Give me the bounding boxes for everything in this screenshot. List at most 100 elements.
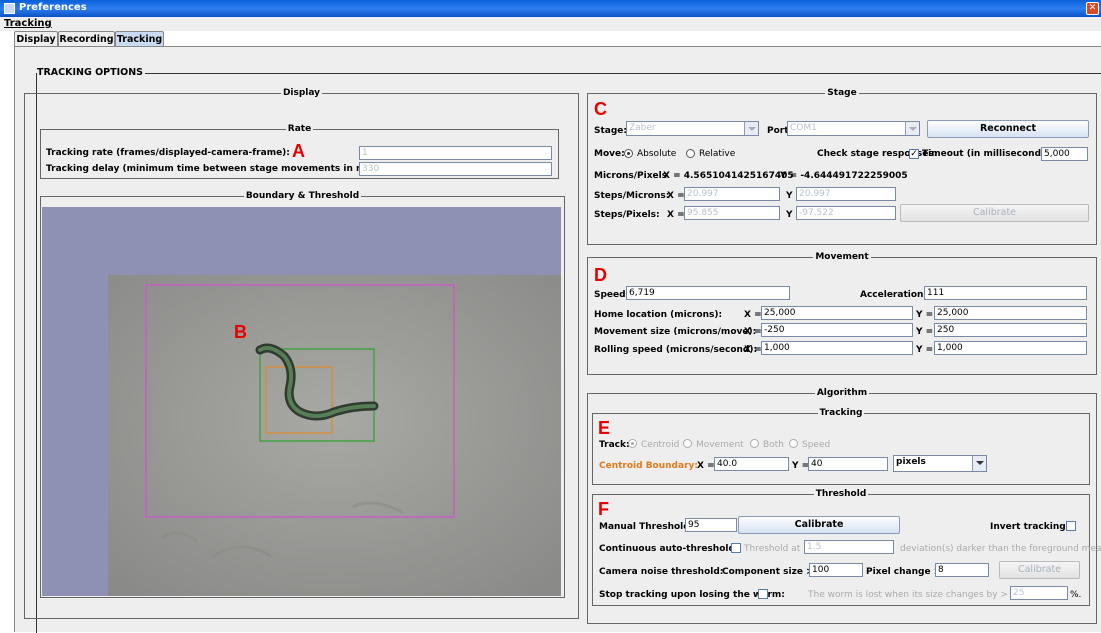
steps-pixels-x-field[interactable]: 95.855 <box>684 206 780 220</box>
steps-microns-x-field[interactable]: 20.997 <box>684 187 780 201</box>
speed-label: Speed: <box>594 290 630 300</box>
steps-pixels-label: Steps/Pixels: <box>594 210 660 220</box>
movement-title: Movement <box>813 252 871 262</box>
boundary-x-label: X = <box>697 461 715 471</box>
boundary-y-label: Y = <box>792 461 810 471</box>
worm-lost-text: The worm is lost when its size changes b… <box>808 590 1008 600</box>
stage-combo[interactable]: Zaber <box>626 121 759 136</box>
boundary-x-field[interactable]: 40.0 <box>714 457 789 471</box>
rate-title: Rate <box>285 124 314 134</box>
home-y-label: Y = <box>916 310 934 320</box>
port-combo-value: COM1 <box>790 123 817 133</box>
tracking-rate-field[interactable]: 1 <box>359 146 552 160</box>
rolling-y-field[interactable]: 1,000 <box>934 341 1087 355</box>
stage-panel: Stage <box>587 88 1097 245</box>
percent-label: %. <box>1070 590 1082 600</box>
steps-pixels-y-field[interactable]: -97.522 <box>796 206 896 220</box>
relative-radio[interactable] <box>686 149 695 158</box>
move-label: Move: <box>594 149 625 159</box>
absolute-label: Absolute <box>637 149 677 159</box>
close-icon[interactable]: ✕ <box>1086 2 1099 15</box>
steps-microns-y-field[interactable]: 20.997 <box>796 187 896 201</box>
stage-title: Stage <box>825 88 859 98</box>
continuous-auto-threshold-checkbox[interactable] <box>731 543 741 553</box>
chevron-down-icon <box>744 122 758 135</box>
pixel-change-field[interactable]: 8 <box>935 563 989 577</box>
steps-microns-label: Steps/Microns: <box>594 191 670 201</box>
rolling-speed-label: Rolling speed (microns/second): <box>594 345 758 355</box>
stop-tracking-label: Stop tracking upon losing the worm: <box>599 590 785 600</box>
component-size-label: Component size > <box>722 567 814 577</box>
invert-tracking-label: Invert tracking: <box>990 522 1070 532</box>
boundary-y-field[interactable]: 40 <box>808 457 888 471</box>
tab-tracking[interactable]: Tracking <box>115 31 164 47</box>
rolling-y-label: Y = <box>916 345 934 355</box>
steps-pixels-x-label: X = <box>667 210 685 220</box>
chevron-down-icon <box>905 122 919 135</box>
centroid-radio[interactable] <box>628 439 637 448</box>
manual-threshold-label: Manual Threshold: <box>599 522 694 532</box>
display-title: Display <box>280 88 323 98</box>
annotation-e: E <box>598 418 611 438</box>
home-y-field[interactable]: 25,000 <box>934 306 1087 320</box>
invert-tracking-checkbox[interactable] <box>1066 521 1076 531</box>
stop-tracking-checkbox[interactable] <box>758 589 768 599</box>
both-radio[interactable] <box>750 439 759 448</box>
movement-radio[interactable] <box>683 439 692 448</box>
tracking-options-border <box>36 73 1101 74</box>
reconnect-button[interactable]: Reconnect <box>927 120 1089 138</box>
annotation-b: B <box>234 322 247 342</box>
threshold-title: Threshold <box>813 489 869 499</box>
rolling-x-field[interactable]: 1,000 <box>761 341 913 355</box>
pixel-change-label: Pixel change > <box>866 567 942 577</box>
threshold-at-label: Threshold at <box>744 544 801 554</box>
centroid-label: Centroid <box>641 440 680 450</box>
centroid-boundary-label: Centroid Boundary: <box>599 461 698 471</box>
absolute-radio[interactable] <box>624 149 633 158</box>
continuous-auto-threshold-label: Continuous auto-threshold: <box>599 544 739 554</box>
stage-label: Stage: <box>594 126 628 136</box>
manual-threshold-field[interactable]: 95 <box>685 518 737 532</box>
threshold-at-field[interactable]: 1.5 <box>804 540 894 554</box>
home-x-field[interactable]: 25,000 <box>761 306 913 320</box>
window-title: Preferences <box>19 2 87 13</box>
camera-view[interactable] <box>42 207 561 596</box>
speed-radio[interactable] <box>789 439 798 448</box>
speed-radio-label: Speed <box>802 440 831 450</box>
tracking-delay-field[interactable]: 330 <box>359 162 552 176</box>
timeout-label: Timeout (in milliseconds): <box>922 149 1055 159</box>
tracking-rate-label: Tracking rate (frames/displayed-camera-f… <box>46 148 290 158</box>
relative-label: Relative <box>699 149 736 159</box>
tab-recording[interactable]: Recording <box>58 31 115 47</box>
tab-display[interactable]: Display <box>14 31 58 47</box>
stage-calibrate-button[interactable]: Calibrate <box>900 204 1089 222</box>
home-x-label: X = <box>744 310 762 320</box>
check-responses-checkbox[interactable]: ✓ <box>909 149 919 159</box>
boundary-units-combo[interactable]: pixels <box>893 455 987 472</box>
camera-frame <box>42 207 561 596</box>
movement-size-y-label: Y = <box>916 327 934 337</box>
annotation-c: C <box>594 99 607 119</box>
both-label: Both <box>763 440 784 450</box>
chevron-down-icon <box>972 456 986 471</box>
home-location-label: Home location (microns): <box>594 310 723 320</box>
port-combo[interactable]: COM1 <box>787 121 920 136</box>
threshold-calibrate-button[interactable]: Calibrate <box>738 516 900 534</box>
boundary-units-value: pixels <box>896 457 926 467</box>
steps-microns-x-label: X = <box>667 191 685 201</box>
acceleration-label: Acceleration: <box>860 290 928 300</box>
annotation-d: D <box>594 265 607 285</box>
noise-calibrate-button[interactable]: Calibrate <box>999 561 1080 579</box>
tracking-options-title: TRACKING OPTIONS <box>37 67 145 78</box>
worm-lost-field[interactable]: 25 <box>1010 586 1068 600</box>
movement-size-y-field[interactable]: 250 <box>934 323 1087 337</box>
timeout-field[interactable]: 5,000 <box>1041 147 1088 161</box>
movement-size-label: Movement size (microns/move): <box>594 327 757 337</box>
menu-tracking[interactable]: Tracking <box>4 18 52 29</box>
tracking-title: Tracking <box>817 408 865 418</box>
acceleration-field[interactable]: 111 <box>924 286 1087 300</box>
annotation-a: A <box>292 141 305 161</box>
movement-size-x-field[interactable]: -250 <box>761 323 913 337</box>
component-size-field[interactable]: 100 <box>809 563 863 577</box>
speed-field[interactable]: 6,719 <box>626 286 790 300</box>
